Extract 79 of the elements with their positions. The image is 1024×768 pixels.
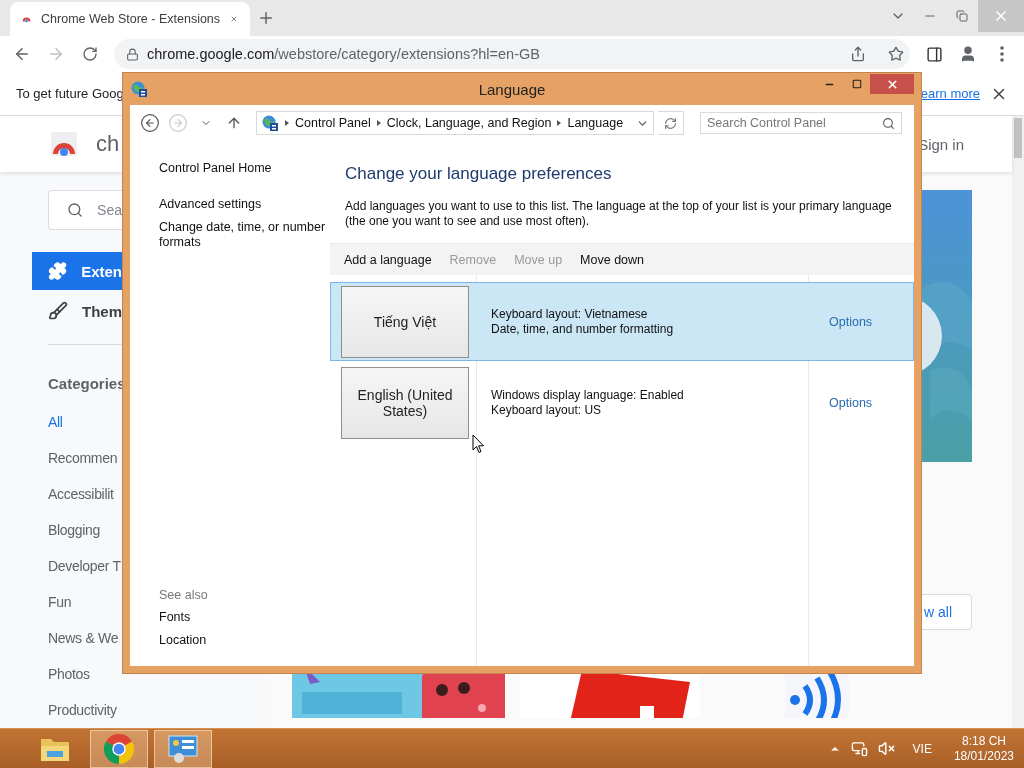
options-link[interactable]: Options xyxy=(829,314,913,329)
plus-icon xyxy=(257,9,275,27)
learn-more-link[interactable]: earn more xyxy=(920,86,980,101)
search-field[interactable]: Sea xyxy=(48,190,122,230)
page-heading: Change your language preferences xyxy=(345,164,613,184)
command-button[interactable]: Add a language xyxy=(344,252,432,267)
sidebar-link[interactable]: Change date, time, or number formats xyxy=(159,220,330,250)
store-title: ch xyxy=(96,131,120,157)
nav-label: Them xyxy=(82,302,122,320)
nav-label: Exten xyxy=(81,262,122,280)
muted-speaker-icon[interactable] xyxy=(877,740,895,757)
category-item[interactable]: Accessibilit xyxy=(32,476,122,512)
refresh-icon xyxy=(664,116,677,130)
forward-icon xyxy=(168,113,188,133)
network-icon[interactable] xyxy=(850,740,868,757)
category-item[interactable]: All xyxy=(32,404,122,440)
sidebar-link[interactable]: Control Panel Home xyxy=(159,161,330,176)
language-name: English (United States) xyxy=(341,366,469,439)
description: Add languages you want to use to this list. The language at the top of your list is your primary language (the one you want to see and use most often). xyxy=(345,199,893,229)
search-icon xyxy=(67,200,84,220)
nav-item[interactable]: Exten xyxy=(32,252,122,290)
category-item[interactable]: Blogging xyxy=(32,512,122,548)
mouse-pointer-icon xyxy=(472,434,485,454)
language-name: Tiếng Việt xyxy=(341,285,469,358)
control-panel-icon xyxy=(167,733,199,764)
options-link[interactable]: Options xyxy=(829,395,913,410)
category-item[interactable]: Photos xyxy=(32,656,122,692)
nav-item[interactable]: Them xyxy=(32,292,122,330)
sidebar-link[interactable]: Location xyxy=(159,633,330,648)
input-language[interactable]: VIE xyxy=(912,741,932,756)
view-all-button[interactable]: w all xyxy=(920,594,972,630)
taskbar-app-button[interactable] xyxy=(154,729,212,768)
language-detail: Keyboard layout: Vietnamese xyxy=(491,306,649,322)
address-bar[interactable]: Control Panel Clock, Language, and Region Language xyxy=(256,111,654,135)
side-panel-icon xyxy=(925,45,943,63)
browser-tab[interactable]: Chrome Web Store - Extensions xyxy=(10,2,250,36)
language-row[interactable]: English (United States) Windows display language: Enabled Keyboard layout: US Options xyxy=(330,363,914,442)
restore-icon xyxy=(956,10,968,22)
address-bar[interactable]: chrome.google.com/webstore/category/extensions?hl=en-GB xyxy=(114,39,910,69)
sidebar-link[interactable]: Fonts xyxy=(159,610,330,625)
sidebar-link[interactable]: Advanced settings xyxy=(159,197,330,212)
chrome-icon xyxy=(104,733,134,764)
category-item[interactable]: Fun xyxy=(32,584,122,620)
back-button[interactable] xyxy=(138,111,162,135)
share-icon[interactable] xyxy=(850,46,866,62)
clock[interactable]: 8:18 CH 18/01/2023 xyxy=(953,733,1014,764)
language-icon xyxy=(261,114,279,132)
language-row[interactable]: Tiếng Việt Keyboard layout: Vietnamese Date, time, and number formatting Options xyxy=(330,282,914,361)
back-icon xyxy=(140,113,160,133)
lock-icon xyxy=(126,47,139,61)
maximize-icon xyxy=(851,79,862,89)
search-icon xyxy=(882,116,895,130)
window-title: Language xyxy=(477,80,547,98)
category-item[interactable]: Recommen xyxy=(32,440,122,476)
up-arrow-icon xyxy=(226,115,242,131)
taskbar-app-button[interactable] xyxy=(90,729,148,768)
categories-heading: Categories xyxy=(48,375,127,392)
command-button[interactable]: Move down xyxy=(580,252,645,267)
back-icon xyxy=(13,45,31,63)
star-icon[interactable] xyxy=(888,46,904,62)
language-icon xyxy=(130,80,148,98)
refresh-button[interactable] xyxy=(658,111,684,135)
scrollbar-thumb[interactable] xyxy=(1014,118,1022,158)
brush-icon xyxy=(48,301,68,321)
language-detail: Date, time, and number formatting xyxy=(491,321,675,337)
reload-icon xyxy=(82,46,98,62)
language-detail: Windows display language: Enabled xyxy=(491,387,685,403)
language-detail: Keyboard layout: US xyxy=(491,402,603,418)
close-icon xyxy=(885,77,899,91)
see-also-heading: See also xyxy=(159,588,209,602)
forward-icon xyxy=(47,45,65,63)
person-icon xyxy=(959,45,977,63)
menu-icon xyxy=(1000,46,1004,62)
web-store-logo-icon xyxy=(50,130,78,158)
search-field[interactable]: Search Control Panel xyxy=(700,112,902,134)
puzzle-icon xyxy=(48,261,68,281)
category-item[interactable]: Productivity xyxy=(32,692,122,728)
category-item[interactable]: Developer T xyxy=(32,548,122,584)
category-item[interactable]: News & We xyxy=(32,620,122,656)
